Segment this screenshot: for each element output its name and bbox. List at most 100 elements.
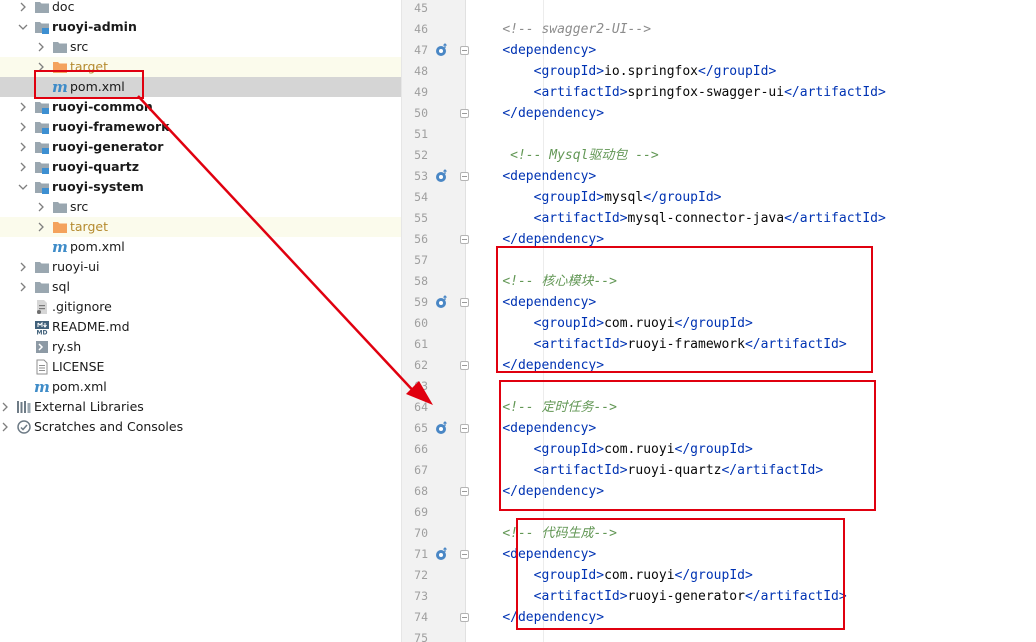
scratches-icon — [16, 419, 32, 435]
line-number: 57 — [414, 253, 428, 267]
tree-item-label: ruoyi-common — [52, 99, 153, 114]
tree-item[interactable]: src — [0, 37, 401, 57]
fold-marker-icon[interactable] — [460, 46, 469, 55]
line-number: 54 — [414, 190, 428, 204]
override-marker-icon[interactable] — [435, 43, 449, 57]
tree-item-label: ruoyi-admin — [52, 19, 137, 34]
tree-item-label: Scratches and Consoles — [34, 419, 184, 434]
code-line[interactable]: <artifactId>springfox-swagger-ui</artifa… — [471, 82, 886, 103]
tree-item-label: pom.xml — [70, 239, 125, 254]
xml-text — [471, 148, 510, 163]
code-line[interactable]: <groupId>mysql</groupId> — [471, 187, 722, 208]
tree-item[interactable]: ruoyi-ui — [0, 257, 401, 277]
tree-item[interactable]: Scratches and Consoles — [0, 417, 401, 437]
tree-item[interactable]: .gitignore — [0, 297, 401, 317]
chevron-right-icon[interactable] — [35, 221, 47, 233]
chevron-right-icon[interactable] — [35, 201, 47, 213]
code-line[interactable]: <!-- Mysql驱动包 --> — [471, 145, 659, 166]
tree-item[interactable]: ruoyi-generator — [0, 137, 401, 157]
chevron-right-icon[interactable] — [17, 1, 29, 13]
override-marker-icon[interactable] — [435, 547, 449, 561]
tree-item[interactable]: doc — [0, 0, 401, 17]
annotation-box-pom — [34, 70, 144, 99]
xml-text: mysql — [604, 190, 644, 205]
fold-marker-icon[interactable] — [460, 235, 469, 244]
line-number: 75 — [414, 631, 428, 642]
tree-item[interactable]: sql — [0, 277, 401, 297]
xml-text — [471, 211, 534, 226]
fold-marker-icon[interactable] — [460, 613, 469, 622]
code-line[interactable]: <dependency> — [471, 166, 596, 187]
xml-comment: <!-- Mysql驱动包 --> — [510, 148, 659, 163]
line-number: 46 — [414, 22, 428, 36]
override-marker-icon[interactable] — [435, 295, 449, 309]
xml-text — [471, 190, 534, 205]
chevron-right-icon[interactable] — [17, 161, 29, 173]
tree-item[interactable]: ry.sh — [0, 337, 401, 357]
override-marker-icon[interactable] — [435, 421, 449, 435]
markdown-file-icon: MD — [34, 319, 50, 335]
tree-item[interactable]: ruoyi-framework — [0, 117, 401, 137]
fold-marker-icon[interactable] — [460, 172, 469, 181]
tree-item-label: .gitignore — [52, 299, 112, 314]
xml-text — [471, 400, 502, 415]
tree-item[interactable]: MD README.md — [0, 317, 401, 337]
line-number: 59 — [414, 295, 428, 309]
xml-tag: </dependency> — [502, 106, 605, 121]
line-number: 45 — [414, 1, 428, 15]
chevron-right-icon[interactable] — [17, 281, 29, 293]
module-folder-icon — [34, 119, 50, 135]
gitignore-file-icon — [34, 299, 50, 315]
tree-item[interactable]: m pom.xml — [0, 237, 401, 257]
chevron-right-icon[interactable] — [35, 41, 47, 53]
tree-item[interactable]: target — [0, 217, 401, 237]
tree-item-label: ruoyi-system — [52, 179, 144, 194]
tree-item[interactable]: External Libraries — [0, 397, 401, 417]
code-line[interactable]: </dependency> — [471, 103, 604, 124]
fold-marker-icon[interactable] — [460, 298, 469, 307]
chevron-right-icon[interactable] — [17, 141, 29, 153]
fold-marker-icon[interactable] — [460, 487, 469, 496]
svg-text:MD: MD — [37, 330, 48, 336]
tree-item-label: LICENSE — [52, 359, 105, 374]
tree-item[interactable]: LICENSE — [0, 357, 401, 377]
chevron-right-icon[interactable] — [0, 401, 11, 413]
chevron-right-icon[interactable] — [17, 101, 29, 113]
chevron-right-icon[interactable] — [0, 421, 11, 433]
chevron-down-icon[interactable] — [17, 181, 29, 193]
tree-item[interactable]: ruoyi-system — [0, 177, 401, 197]
tree-item[interactable]: ruoyi-common — [0, 97, 401, 117]
line-number: 67 — [414, 463, 428, 477]
tree-item[interactable]: ruoyi-quartz — [0, 157, 401, 177]
xml-tag: <dependency> — [502, 169, 597, 184]
chevron-right-icon[interactable] — [17, 121, 29, 133]
tree-item-label: ruoyi-quartz — [52, 159, 139, 174]
module-folder-icon — [34, 99, 50, 115]
tree-item[interactable]: ruoyi-admin — [0, 17, 401, 37]
code-line[interactable]: <!-- swagger2-UI--> — [471, 19, 651, 40]
tree-item-label: src — [70, 39, 89, 54]
chevron-down-icon[interactable] — [17, 21, 29, 33]
xml-text: io.springfox — [604, 64, 698, 79]
line-number: 68 — [414, 484, 428, 498]
chevron-right-icon[interactable] — [17, 261, 29, 273]
fold-marker-icon[interactable] — [460, 361, 469, 370]
line-number: 71 — [414, 547, 428, 561]
tree-item[interactable]: m pom.xml — [0, 377, 401, 397]
line-number: 58 — [414, 274, 428, 288]
line-number: 49 — [414, 85, 428, 99]
xml-text — [471, 169, 502, 184]
code-line[interactable]: <groupId>io.springfox</groupId> — [471, 61, 777, 82]
fold-marker-icon[interactable] — [460, 550, 469, 559]
libraries-icon — [16, 399, 32, 415]
tree-item-label: ruoyi-ui — [52, 259, 100, 274]
xml-tag: </dependency> — [502, 232, 605, 247]
fold-marker-icon[interactable] — [460, 424, 469, 433]
code-line[interactable]: <artifactId>mysql-connector-java</artifa… — [471, 208, 886, 229]
fold-marker-icon[interactable] — [460, 109, 469, 118]
tree-item[interactable]: src — [0, 197, 401, 217]
xml-tag: </groupId> — [643, 190, 722, 205]
code-line[interactable]: <dependency> — [471, 40, 596, 61]
override-marker-icon[interactable] — [435, 169, 449, 183]
tree-item-label: ruoyi-generator — [52, 139, 164, 154]
